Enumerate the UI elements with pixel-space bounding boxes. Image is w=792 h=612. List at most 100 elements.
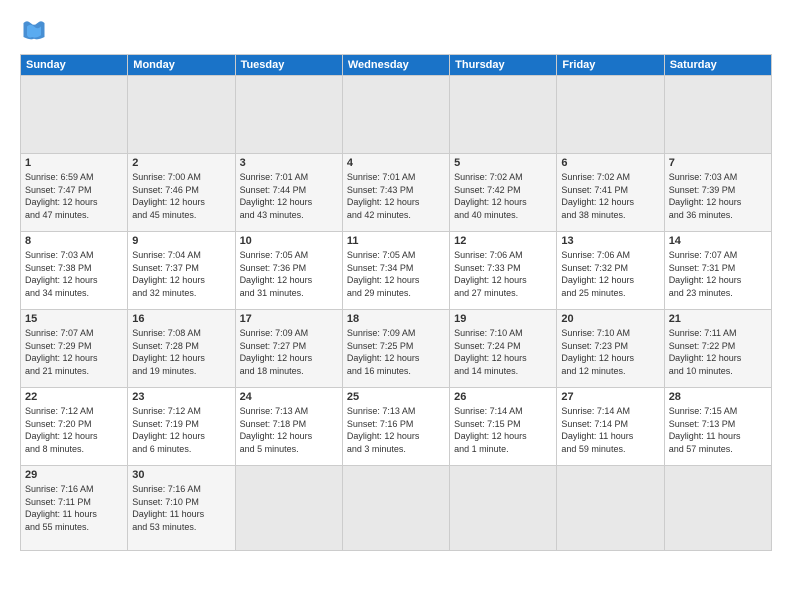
col-header-friday: Friday bbox=[557, 55, 664, 76]
day-number: 6 bbox=[561, 157, 659, 169]
col-header-tuesday: Tuesday bbox=[235, 55, 342, 76]
calendar-cell: 24 Sunrise: 7:13 AMSunset: 7:18 PMDayligh… bbox=[235, 388, 342, 466]
day-info: Sunrise: 7:07 AMSunset: 7:31 PMDaylight:… bbox=[669, 249, 767, 299]
calendar-cell bbox=[664, 466, 771, 551]
calendar-cell bbox=[21, 76, 128, 154]
calendar-cell bbox=[128, 76, 235, 154]
calendar-cell: 28 Sunrise: 7:15 AMSunset: 7:13 PMDayligh… bbox=[664, 388, 771, 466]
day-number: 8 bbox=[25, 235, 123, 247]
calendar: SundayMondayTuesdayWednesdayThursdayFrid… bbox=[20, 54, 772, 551]
day-info: Sunrise: 7:03 AMSunset: 7:39 PMDaylight:… bbox=[669, 171, 767, 221]
calendar-cell bbox=[557, 76, 664, 154]
day-number: 27 bbox=[561, 391, 659, 403]
calendar-cell: 18 Sunrise: 7:09 AMSunset: 7:25 PMDayligh… bbox=[342, 310, 449, 388]
day-number: 22 bbox=[25, 391, 123, 403]
day-info: Sunrise: 7:07 AMSunset: 7:29 PMDaylight:… bbox=[25, 327, 123, 377]
day-number: 7 bbox=[669, 157, 767, 169]
day-number: 30 bbox=[132, 469, 230, 481]
calendar-cell: 9 Sunrise: 7:04 AMSunset: 7:37 PMDaylight… bbox=[128, 232, 235, 310]
day-info: Sunrise: 7:00 AMSunset: 7:46 PMDaylight:… bbox=[132, 171, 230, 221]
day-number: 19 bbox=[454, 313, 552, 325]
calendar-cell bbox=[664, 76, 771, 154]
calendar-cell: 2 Sunrise: 7:00 AMSunset: 7:46 PMDaylight… bbox=[128, 154, 235, 232]
day-info: Sunrise: 6:59 AMSunset: 7:47 PMDaylight:… bbox=[25, 171, 123, 221]
calendar-cell bbox=[342, 466, 449, 551]
calendar-cell: 8 Sunrise: 7:03 AMSunset: 7:38 PMDaylight… bbox=[21, 232, 128, 310]
day-info: Sunrise: 7:06 AMSunset: 7:32 PMDaylight:… bbox=[561, 249, 659, 299]
calendar-cell: 27Sunrise: 7:14 AMSunset: 7:14 PMDayligh… bbox=[557, 388, 664, 466]
calendar-cell: 19 Sunrise: 7:10 AMSunset: 7:24 PMDayligh… bbox=[450, 310, 557, 388]
page: SundayMondayTuesdayWednesdayThursdayFrid… bbox=[0, 0, 792, 612]
calendar-cell: 25 Sunrise: 7:13 AMSunset: 7:16 PMDayligh… bbox=[342, 388, 449, 466]
calendar-cell bbox=[450, 76, 557, 154]
day-number: 2 bbox=[132, 157, 230, 169]
day-info: Sunrise: 7:08 AMSunset: 7:28 PMDaylight:… bbox=[132, 327, 230, 377]
calendar-cell: 3 Sunrise: 7:01 AMSunset: 7:44 PMDaylight… bbox=[235, 154, 342, 232]
calendar-cell: 14Sunrise: 7:07 AMSunset: 7:31 PMDayligh… bbox=[664, 232, 771, 310]
calendar-cell: 15 Sunrise: 7:07 AMSunset: 7:29 PMDayligh… bbox=[21, 310, 128, 388]
day-info: Sunrise: 7:09 AMSunset: 7:27 PMDaylight:… bbox=[240, 327, 338, 377]
calendar-cell: 22 Sunrise: 7:12 AMSunset: 7:20 PMDayligh… bbox=[21, 388, 128, 466]
day-info: Sunrise: 7:05 AMSunset: 7:36 PMDaylight:… bbox=[240, 249, 338, 299]
day-info: Sunrise: 7:11 AMSunset: 7:22 PMDaylight:… bbox=[669, 327, 767, 377]
day-number: 20 bbox=[561, 313, 659, 325]
day-info: Sunrise: 7:14 AMSunset: 7:15 PMDaylight:… bbox=[454, 405, 552, 455]
calendar-week-3: 15 Sunrise: 7:07 AMSunset: 7:29 PMDayligh… bbox=[21, 310, 772, 388]
day-number: 17 bbox=[240, 313, 338, 325]
day-info: Sunrise: 7:16 AMSunset: 7:11 PMDaylight:… bbox=[25, 483, 123, 533]
day-info: Sunrise: 7:13 AMSunset: 7:16 PMDaylight:… bbox=[347, 405, 445, 455]
day-info: Sunrise: 7:01 AMSunset: 7:43 PMDaylight:… bbox=[347, 171, 445, 221]
calendar-cell bbox=[235, 466, 342, 551]
day-info: Sunrise: 7:12 AMSunset: 7:20 PMDaylight:… bbox=[25, 405, 123, 455]
calendar-cell: 5Sunrise: 7:02 AMSunset: 7:42 PMDaylight… bbox=[450, 154, 557, 232]
day-number: 25 bbox=[347, 391, 445, 403]
day-info: Sunrise: 7:13 AMSunset: 7:18 PMDaylight:… bbox=[240, 405, 338, 455]
day-info: Sunrise: 7:01 AMSunset: 7:44 PMDaylight:… bbox=[240, 171, 338, 221]
day-number: 15 bbox=[25, 313, 123, 325]
col-header-saturday: Saturday bbox=[664, 55, 771, 76]
header bbox=[20, 16, 772, 44]
calendar-cell: 11Sunrise: 7:05 AMSunset: 7:34 PMDayligh… bbox=[342, 232, 449, 310]
col-header-sunday: Sunday bbox=[21, 55, 128, 76]
calendar-cell: 16 Sunrise: 7:08 AMSunset: 7:28 PMDayligh… bbox=[128, 310, 235, 388]
logo-icon bbox=[20, 16, 48, 44]
calendar-cell: 29Sunrise: 7:16 AMSunset: 7:11 PMDayligh… bbox=[21, 466, 128, 551]
day-info: Sunrise: 7:02 AMSunset: 7:41 PMDaylight:… bbox=[561, 171, 659, 221]
calendar-cell: 23Sunrise: 7:12 AMSunset: 7:19 PMDayligh… bbox=[128, 388, 235, 466]
day-info: Sunrise: 7:06 AMSunset: 7:33 PMDaylight:… bbox=[454, 249, 552, 299]
day-info: Sunrise: 7:04 AMSunset: 7:37 PMDaylight:… bbox=[132, 249, 230, 299]
day-number: 28 bbox=[669, 391, 767, 403]
day-info: Sunrise: 7:09 AMSunset: 7:25 PMDaylight:… bbox=[347, 327, 445, 377]
calendar-week-1: 1 Sunrise: 6:59 AMSunset: 7:47 PMDaylight… bbox=[21, 154, 772, 232]
day-number: 18 bbox=[347, 313, 445, 325]
day-number: 9 bbox=[132, 235, 230, 247]
calendar-cell: 12 Sunrise: 7:06 AMSunset: 7:33 PMDayligh… bbox=[450, 232, 557, 310]
day-number: 24 bbox=[240, 391, 338, 403]
day-number: 11 bbox=[347, 235, 445, 247]
col-header-thursday: Thursday bbox=[450, 55, 557, 76]
day-info: Sunrise: 7:15 AMSunset: 7:13 PMDaylight:… bbox=[669, 405, 767, 455]
calendar-cell: 30 Sunrise: 7:16 AMSunset: 7:10 PMDayligh… bbox=[128, 466, 235, 551]
calendar-cell bbox=[342, 76, 449, 154]
day-number: 10 bbox=[240, 235, 338, 247]
day-number: 4 bbox=[347, 157, 445, 169]
day-info: Sunrise: 7:02 AMSunset: 7:42 PMDaylight:… bbox=[454, 171, 552, 221]
calendar-cell: 20 Sunrise: 7:10 AMSunset: 7:23 PMDayligh… bbox=[557, 310, 664, 388]
calendar-header-row: SundayMondayTuesdayWednesdayThursdayFrid… bbox=[21, 55, 772, 76]
calendar-cell bbox=[235, 76, 342, 154]
day-number: 12 bbox=[454, 235, 552, 247]
calendar-cell: 17 Sunrise: 7:09 AMSunset: 7:27 PMDayligh… bbox=[235, 310, 342, 388]
day-number: 1 bbox=[25, 157, 123, 169]
calendar-cell: 26Sunrise: 7:14 AMSunset: 7:15 PMDayligh… bbox=[450, 388, 557, 466]
calendar-week-5: 29Sunrise: 7:16 AMSunset: 7:11 PMDayligh… bbox=[21, 466, 772, 551]
calendar-week-4: 22 Sunrise: 7:12 AMSunset: 7:20 PMDayligh… bbox=[21, 388, 772, 466]
day-number: 3 bbox=[240, 157, 338, 169]
day-number: 13 bbox=[561, 235, 659, 247]
day-info: Sunrise: 7:10 AMSunset: 7:24 PMDaylight:… bbox=[454, 327, 552, 377]
calendar-cell: 7 Sunrise: 7:03 AMSunset: 7:39 PMDaylight… bbox=[664, 154, 771, 232]
day-info: Sunrise: 7:03 AMSunset: 7:38 PMDaylight:… bbox=[25, 249, 123, 299]
day-number: 16 bbox=[132, 313, 230, 325]
day-info: Sunrise: 7:10 AMSunset: 7:23 PMDaylight:… bbox=[561, 327, 659, 377]
calendar-week-0 bbox=[21, 76, 772, 154]
day-info: Sunrise: 7:16 AMSunset: 7:10 PMDaylight:… bbox=[132, 483, 230, 533]
